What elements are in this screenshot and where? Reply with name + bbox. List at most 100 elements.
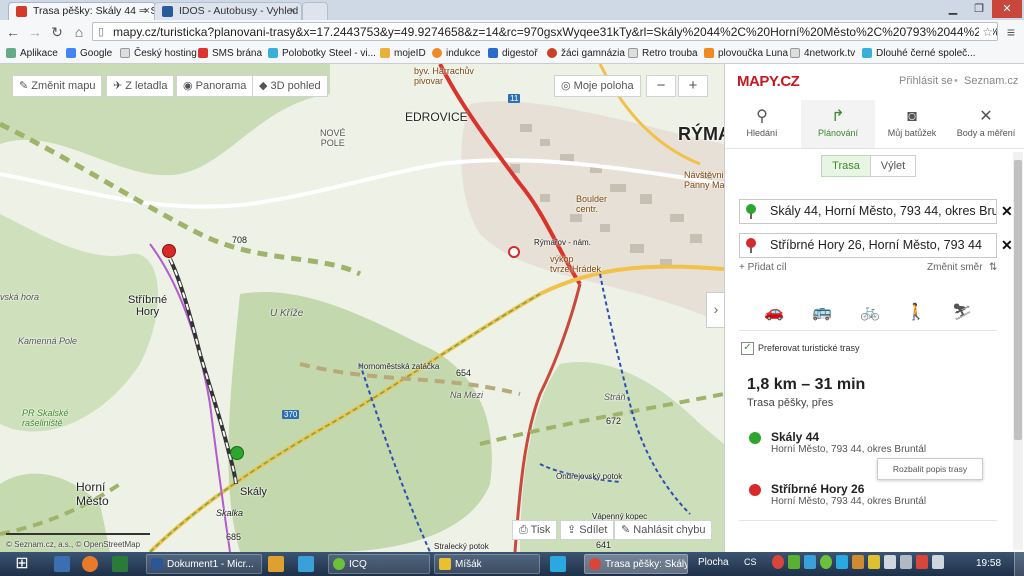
share-button[interactable]: ⇪ Sdílet: [560, 520, 615, 540]
tray-app-icon[interactable]: [884, 555, 896, 569]
reverse-icon[interactable]: ⇅: [989, 262, 997, 273]
bookmark-apps[interactable]: Aplikace: [6, 47, 58, 60]
home-icon[interactable]: ⌂: [70, 23, 88, 41]
map-canvas[interactable]: ✎ Změnit mapu ✈ Z letadla ◉ Panorama ◆ 3…: [0, 64, 724, 552]
ski-icon[interactable]: ⛷: [949, 302, 975, 322]
bus-icon[interactable]: 🚌: [809, 302, 835, 322]
browser-toolbar: ← → ↻ ⌂ ▯ mapy.cz/turisticka?planovani-t…: [0, 20, 1024, 45]
star-icon[interactable]: ☆: [979, 23, 993, 40]
bookmark-plovoucka[interactable]: plovoučka Luna: [704, 47, 788, 60]
tray-app-icon[interactable]: [804, 555, 816, 569]
tray-app-icon[interactable]: [852, 555, 864, 569]
menu-icon[interactable]: ≡: [1002, 23, 1020, 41]
to-input[interactable]: Stříbrné Hory 26, Horní Město, 793 44: [739, 233, 997, 258]
bookmark-mojeid[interactable]: mojeID: [380, 47, 426, 60]
start-button-icon[interactable]: ⊞: [2, 552, 42, 576]
mapy-logo[interactable]: MAPY.CZ: [737, 73, 800, 90]
forward-icon[interactable]: →: [26, 23, 44, 41]
zoom-in-button[interactable]: +: [678, 75, 708, 97]
clock[interactable]: 19:58: [976, 558, 1001, 569]
tab-measure[interactable]: ✕ Body a měření: [949, 100, 1023, 148]
bookmark-digestor[interactable]: digestoř: [488, 47, 538, 60]
minimize-icon[interactable]: ▁: [940, 0, 966, 18]
bookmark-cesky-hosting[interactable]: Český hosting: [120, 47, 197, 60]
bookmark-sms-brana[interactable]: SMS brána: [198, 47, 262, 60]
back-icon[interactable]: ←: [4, 23, 22, 41]
remove-to-icon[interactable]: ✕: [1001, 237, 1013, 254]
tab-idos[interactable]: IDOS - Autobusy - Vyhled ×: [154, 2, 302, 20]
tray-app-icon[interactable]: [772, 555, 784, 569]
start-marker-icon[interactable]: [230, 446, 244, 460]
bookmark-4network[interactable]: 4network.tv: [790, 47, 855, 60]
panel-scrollbar[interactable]: [1013, 152, 1023, 550]
tab-planning[interactable]: ↱ Plánování: [801, 100, 875, 148]
add-stop-link[interactable]: + Přidat cíl: [739, 262, 787, 273]
close-tab-icon[interactable]: ×: [144, 3, 150, 20]
map-label-skalka: Skalka: [216, 508, 244, 518]
scrollbar-thumb[interactable]: [1014, 160, 1022, 440]
show-desktop-button[interactable]: [1014, 552, 1024, 576]
volume-icon[interactable]: [932, 555, 944, 569]
firefox-icon[interactable]: [82, 556, 98, 572]
taskbar-word[interactable]: Dokument1 - Micr...: [146, 554, 262, 574]
close-window-icon[interactable]: ✕: [992, 0, 1022, 18]
map-label-rymarov-nam: Rýmařov - nám.: [534, 238, 591, 247]
car-icon[interactable]: 🚗: [761, 302, 787, 322]
end-marker-icon[interactable]: [162, 244, 176, 258]
tray-app-icon[interactable]: [820, 555, 832, 569]
route-planner-panel: MAPY.CZ Přihlásit se • Seznam.cz ⚲ Hledán…: [724, 64, 1024, 552]
taskbar-misak[interactable]: Míšák: [434, 554, 540, 574]
tab-trasa[interactable]: Trasa pěšky: Skály 44 ⇒ S ×: [8, 2, 156, 20]
bookmark-polobotky[interactable]: Polobotky Steel - vi...: [268, 47, 376, 60]
3d-view-button[interactable]: ◆ 3D pohled: [252, 75, 328, 97]
address-bar[interactable]: ▯ mapy.cz/turisticka?planovani-trasy&x=1…: [92, 22, 998, 41]
maximize-icon[interactable]: ❐: [966, 0, 992, 18]
bookmark-retro-trouba[interactable]: Retro trouba: [628, 47, 698, 60]
app-icon[interactable]: [298, 556, 314, 572]
tray-app-icon[interactable]: [916, 555, 928, 569]
my-location-button[interactable]: ◎ Moje poloha: [554, 75, 641, 97]
taskbar-chrome[interactable]: Trasa pěšky: Skály ...: [584, 554, 688, 574]
prefer-tourist-checkbox[interactable]: ✓: [741, 342, 754, 355]
aerial-button[interactable]: ✈ Z letadla: [106, 75, 175, 97]
reverse-link[interactable]: Změnit směr: [927, 262, 983, 273]
desktop-toolbar-label[interactable]: Plocha: [698, 557, 729, 568]
zoom-out-button[interactable]: −: [646, 75, 676, 97]
close-tab-icon[interactable]: ×: [290, 3, 296, 20]
report-error-button[interactable]: ✎ Nahlásit chybu: [614, 520, 713, 540]
reload-icon[interactable]: ↻: [48, 23, 66, 41]
taskbar-icq[interactable]: ICQ: [328, 554, 430, 574]
seznam-link[interactable]: Seznam.cz: [964, 75, 1018, 87]
tab-search[interactable]: ⚲ Hledání: [725, 100, 799, 148]
print-button[interactable]: ⎙ Tisk: [512, 520, 558, 540]
bike-icon[interactable]: 🚲: [857, 302, 883, 322]
mode-route-button[interactable]: Trasa: [821, 155, 871, 177]
end-title[interactable]: Stříbrné Hory 26: [771, 482, 864, 496]
collapse-panel-chevron-icon[interactable]: ›: [706, 292, 724, 328]
remove-from-icon[interactable]: ✕: [1001, 203, 1013, 220]
bookmark-dlouhe[interactable]: Dlouhé černé společ...: [862, 47, 976, 60]
folder-icon: [439, 558, 451, 570]
bookmark-google[interactable]: Google: [66, 47, 112, 60]
from-input[interactable]: Skály 44, Horní Město, 793 44, okres Bru…: [739, 199, 997, 224]
change-map-button[interactable]: ✎ Změnit mapu: [12, 75, 103, 97]
start-title[interactable]: Skály 44: [771, 430, 819, 444]
bookmark-indukce[interactable]: indukce: [432, 47, 480, 60]
mode-trip-button[interactable]: Výlet: [870, 155, 916, 177]
excel-icon[interactable]: [112, 556, 128, 572]
tray-app-icon[interactable]: [868, 555, 880, 569]
skype-icon[interactable]: [550, 556, 566, 572]
language-indicator[interactable]: CS: [744, 557, 757, 567]
tray-app-icon[interactable]: [788, 555, 800, 569]
new-tab-button[interactable]: [302, 2, 328, 20]
tab-backpack[interactable]: ◙ Můj batůžek: [875, 100, 949, 148]
walk-icon[interactable]: 🚶: [903, 302, 929, 322]
expand-description-button[interactable]: Rozbalit popis trasy: [877, 458, 983, 480]
tray-app-icon[interactable]: [836, 555, 848, 569]
explorer-icon[interactable]: [54, 556, 70, 572]
panorama-button[interactable]: ◉ Panorama: [176, 75, 254, 97]
bookmark-zaci[interactable]: žáci gamnázia: [547, 47, 625, 60]
login-link[interactable]: Přihlásit se: [899, 75, 953, 87]
network-icon[interactable]: [900, 555, 912, 569]
app-icon[interactable]: [268, 556, 284, 572]
